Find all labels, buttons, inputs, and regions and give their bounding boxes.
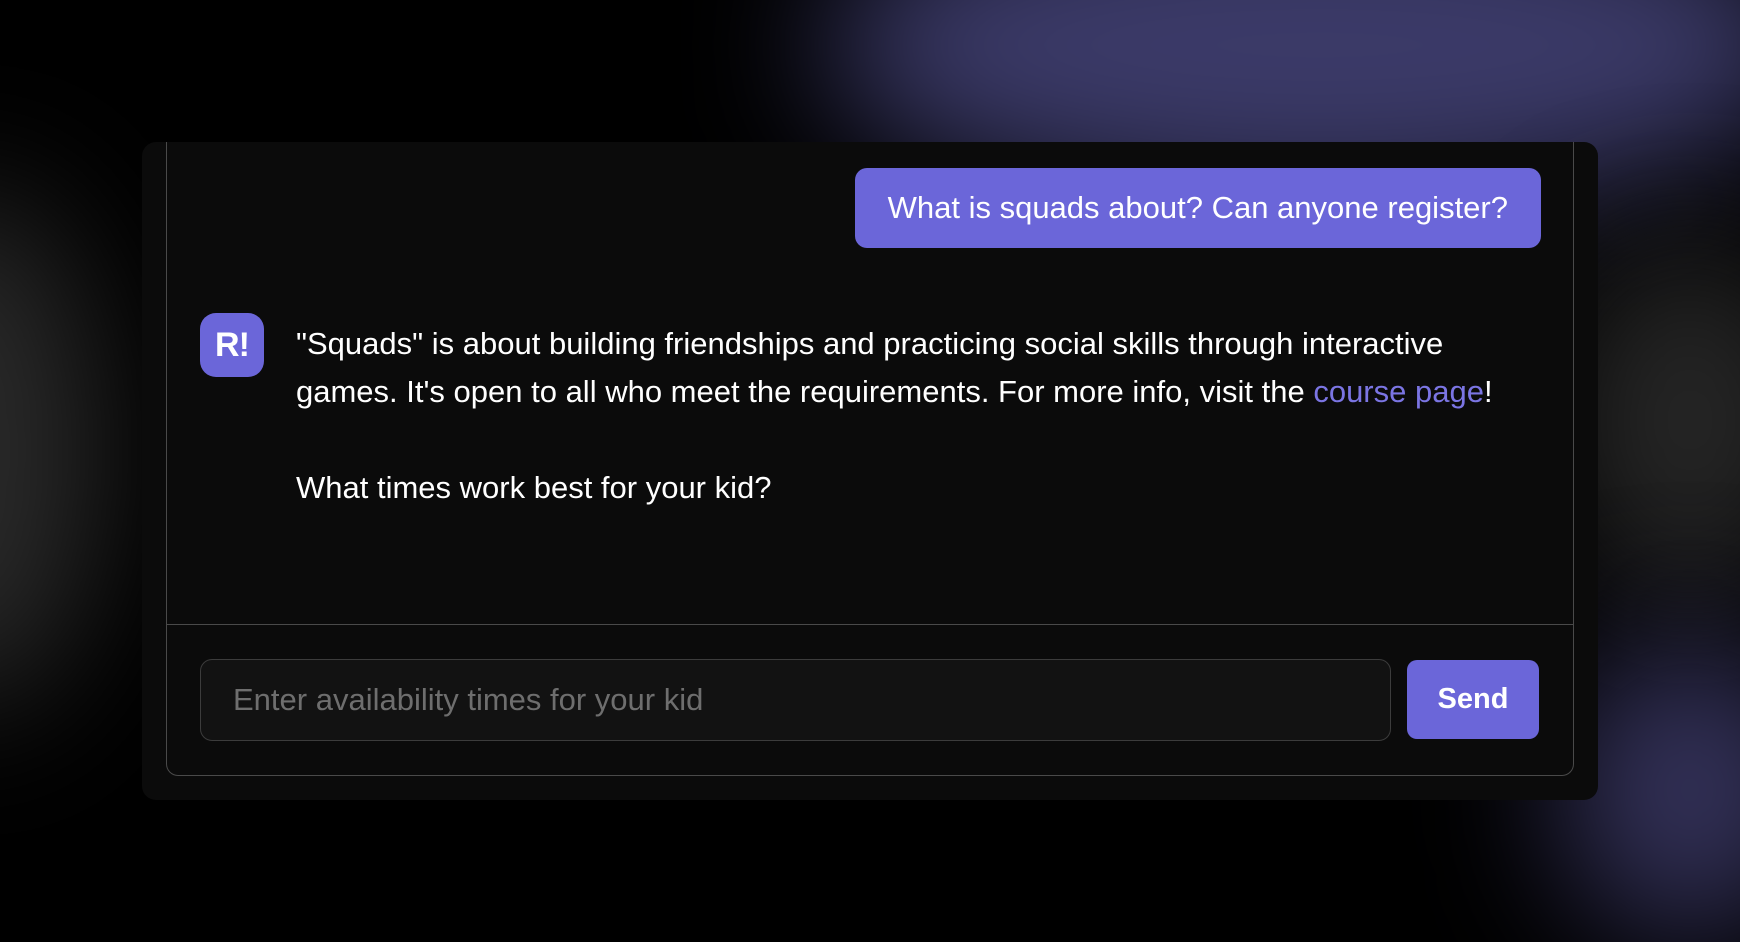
message-composer: Send <box>167 625 1573 775</box>
bot-message: "Squads" is about building friendships a… <box>296 320 1496 512</box>
message-input[interactable] <box>200 659 1391 741</box>
message-list: What is squads about? Can anyone registe… <box>167 142 1573 624</box>
bot-question: What times work best for your kid? <box>296 470 772 505</box>
bot-message-text: "Squads" is about building friendships a… <box>296 326 1444 409</box>
bot-message-text: ! <box>1483 374 1493 409</box>
course-page-link[interactable]: course page <box>1313 374 1484 409</box>
user-message-bubble: What is squads about? Can anyone registe… <box>854 168 1541 248</box>
send-button[interactable]: Send <box>1407 660 1539 739</box>
chat-window: What is squads about? Can anyone registe… <box>166 142 1574 776</box>
chat-card: What is squads about? Can anyone registe… <box>142 142 1598 800</box>
bot-avatar: R! <box>200 313 264 377</box>
bot-message-paragraph: "Squads" is about building friendships a… <box>296 320 1496 416</box>
background-glow <box>0 190 100 710</box>
